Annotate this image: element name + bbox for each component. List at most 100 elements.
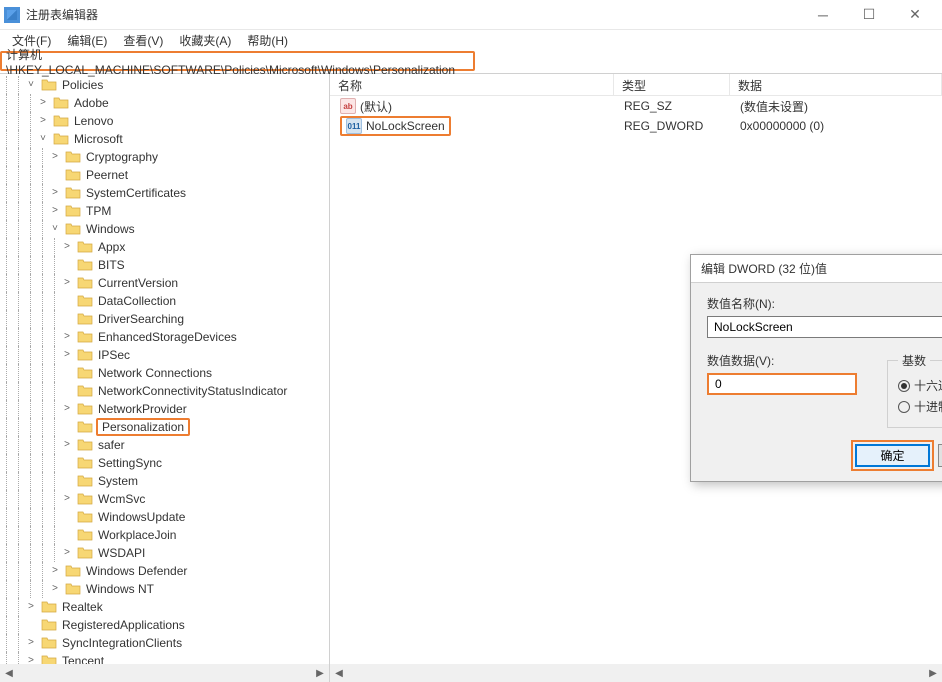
expand-icon[interactable]: > (48, 566, 62, 577)
address-bar[interactable]: 计算机\HKEY_LOCAL_MACHINE\SOFTWARE\Policies… (0, 51, 475, 71)
radio-hex[interactable]: 十六进制(H) (898, 375, 942, 396)
tree-hscrollbar[interactable]: ◀ ▶ (0, 664, 330, 682)
collapse-icon[interactable]: ˅ (48, 224, 62, 235)
tree-panel[interactable]: ˅Policies > Adobe >Lenovo˅Microsoft>Cryptog… (0, 74, 330, 664)
tree-node-label: Appx (96, 240, 127, 254)
tree-node-registeredapplications[interactable]: ·RegisteredApplications (0, 616, 329, 634)
maximize-button[interactable]: ☐ (846, 0, 892, 30)
tree-node-tencent[interactable]: > Tencent (0, 652, 329, 664)
radio-hex-label: 十六进制(H) (914, 377, 942, 394)
expand-icon[interactable]: > (24, 656, 38, 665)
expand-icon[interactable]: > (48, 152, 62, 163)
close-button[interactable]: ✕ (892, 0, 938, 30)
col-name[interactable]: 名称 (330, 74, 614, 95)
tree-node-networkconnectivitystatusindicator[interactable]: ·NetworkConnectivityStatusIndicator (0, 382, 329, 400)
scroll-right-icon[interactable]: ▶ (924, 668, 942, 679)
tree-node-personalization[interactable]: ·Personalization (0, 418, 329, 436)
col-type[interactable]: 类型 (614, 74, 730, 95)
tree-node-policies[interactable]: ˅Policies (0, 76, 329, 94)
folder-icon (77, 258, 93, 272)
expand-icon[interactable]: > (36, 98, 50, 109)
tree-node-windows[interactable]: ˅Windows (0, 220, 329, 238)
col-data[interactable]: 数据 (730, 74, 942, 95)
expand-icon[interactable]: > (60, 440, 74, 451)
tree-node-syncintegrationclients[interactable]: >SyncIntegrationClients (0, 634, 329, 652)
tree-node-microsoft[interactable]: ˅Microsoft (0, 130, 329, 148)
tree-node-safer[interactable]: >safer (0, 436, 329, 454)
tree-node-label: Adobe (72, 96, 111, 110)
collapse-icon[interactable]: ˅ (24, 80, 38, 91)
tree-node-appx[interactable]: > Appx (0, 238, 329, 256)
tree-node-systemcertificates[interactable]: >SystemCertificates (0, 184, 329, 202)
expand-icon[interactable]: > (48, 206, 62, 217)
app-icon (4, 7, 20, 23)
expand-icon[interactable]: > (60, 494, 74, 505)
tree-node-peernet[interactable]: ·Peernet (0, 166, 329, 184)
expand-icon[interactable]: > (60, 548, 74, 559)
ok-button[interactable]: 确定 (855, 444, 930, 467)
minimize-button[interactable]: ─ (800, 0, 846, 30)
expand-icon[interactable]: > (36, 116, 50, 127)
scroll-right-icon[interactable]: ▶ (311, 668, 329, 679)
tree-leaf-marker: · (60, 314, 74, 325)
tree-node-enhancedstoragedevices[interactable]: > EnhancedStorageDevices (0, 328, 329, 346)
list-hscrollbar[interactable]: ◀ ▶ (330, 664, 942, 682)
expand-icon[interactable]: > (60, 404, 74, 415)
tree-node-tpm[interactable]: >TPM (0, 202, 329, 220)
expand-icon[interactable]: > (48, 584, 62, 595)
dialog-titlebar[interactable]: 编辑 DWORD (32 位)值 ✕ (691, 255, 942, 283)
tree-node-windows-defender[interactable]: >Windows Defender (0, 562, 329, 580)
radio-dec[interactable]: 十进制(D) (898, 396, 942, 417)
tree-node-label: WindowsUpdate (96, 510, 187, 524)
folder-icon (65, 186, 81, 200)
tree-node-bits[interactable]: ·BITS (0, 256, 329, 274)
tree-node-currentversion[interactable]: > CurrentVersion (0, 274, 329, 292)
tree-node-label: CurrentVersion (96, 276, 180, 290)
list-row[interactable]: 011NoLockScreenREG_DWORD0x00000000 (0) (332, 116, 942, 136)
tree-node-label: EnhancedStorageDevices (96, 330, 239, 344)
cancel-button[interactable]: 取消 (938, 444, 942, 467)
tree-node-system[interactable]: ·System (0, 472, 329, 490)
expand-icon[interactable]: > (60, 350, 74, 361)
expand-icon[interactable]: > (48, 188, 62, 199)
tree-node-label: Tencent (60, 654, 106, 664)
address-text: 计算机\HKEY_LOCAL_MACHINE\SOFTWARE\Policies… (6, 46, 469, 77)
folder-icon (77, 384, 93, 398)
tree-node-datacollection[interactable]: ·DataCollection (0, 292, 329, 310)
folder-icon (65, 582, 81, 596)
dialog-buttons: 确定 取消 (707, 444, 942, 467)
value-data-input[interactable] (707, 373, 857, 395)
expand-icon[interactable]: > (60, 278, 74, 289)
list-row[interactable]: ab(默认)REG_SZ(数值未设置) (332, 96, 942, 116)
scroll-left-icon[interactable]: ◀ (0, 668, 18, 679)
tree-node-networkprovider[interactable]: >NetworkProvider (0, 400, 329, 418)
tree-node-adobe[interactable]: > Adobe (0, 94, 329, 112)
tree-node-windows-nt[interactable]: >Windows NT (0, 580, 329, 598)
collapse-icon[interactable]: ˅ (36, 134, 50, 145)
tree-node-driversearching[interactable]: ·DriverSearching (0, 310, 329, 328)
tree-node-wcmsvc[interactable]: >WcmSvc (0, 490, 329, 508)
tree-node-network-connections[interactable]: ·Network Connections (0, 364, 329, 382)
tree-node-realtek[interactable]: >Realtek (0, 598, 329, 616)
expand-icon[interactable]: > (24, 638, 38, 649)
folder-icon (65, 150, 81, 164)
expand-icon[interactable]: > (24, 602, 38, 613)
tree-node-ipsec[interactable]: >IPSec (0, 346, 329, 364)
expand-icon[interactable]: > (60, 242, 74, 253)
tree-node-windowsupdate[interactable]: ·WindowsUpdate (0, 508, 329, 526)
folder-icon (77, 312, 93, 326)
expand-icon[interactable]: > (60, 332, 74, 343)
tree-node-cryptography[interactable]: >Cryptography (0, 148, 329, 166)
tree-node-wsdapi[interactable]: >WSDAPI (0, 544, 329, 562)
tree-leaf-marker: · (60, 476, 74, 487)
tree-node-label: NetworkConnectivityStatusIndicator (96, 384, 289, 398)
tree-node-label: Peernet (84, 168, 130, 182)
folder-icon (65, 204, 81, 218)
tree-node-settingsync[interactable]: ·SettingSync (0, 454, 329, 472)
value-name-label: 数值名称(N): (707, 295, 942, 312)
value-name-input[interactable] (707, 316, 942, 338)
scroll-left-icon[interactable]: ◀ (330, 668, 348, 679)
tree-node-workplacejoin[interactable]: ·WorkplaceJoin (0, 526, 329, 544)
tree-node-lenovo[interactable]: >Lenovo (0, 112, 329, 130)
folder-icon (65, 564, 81, 578)
